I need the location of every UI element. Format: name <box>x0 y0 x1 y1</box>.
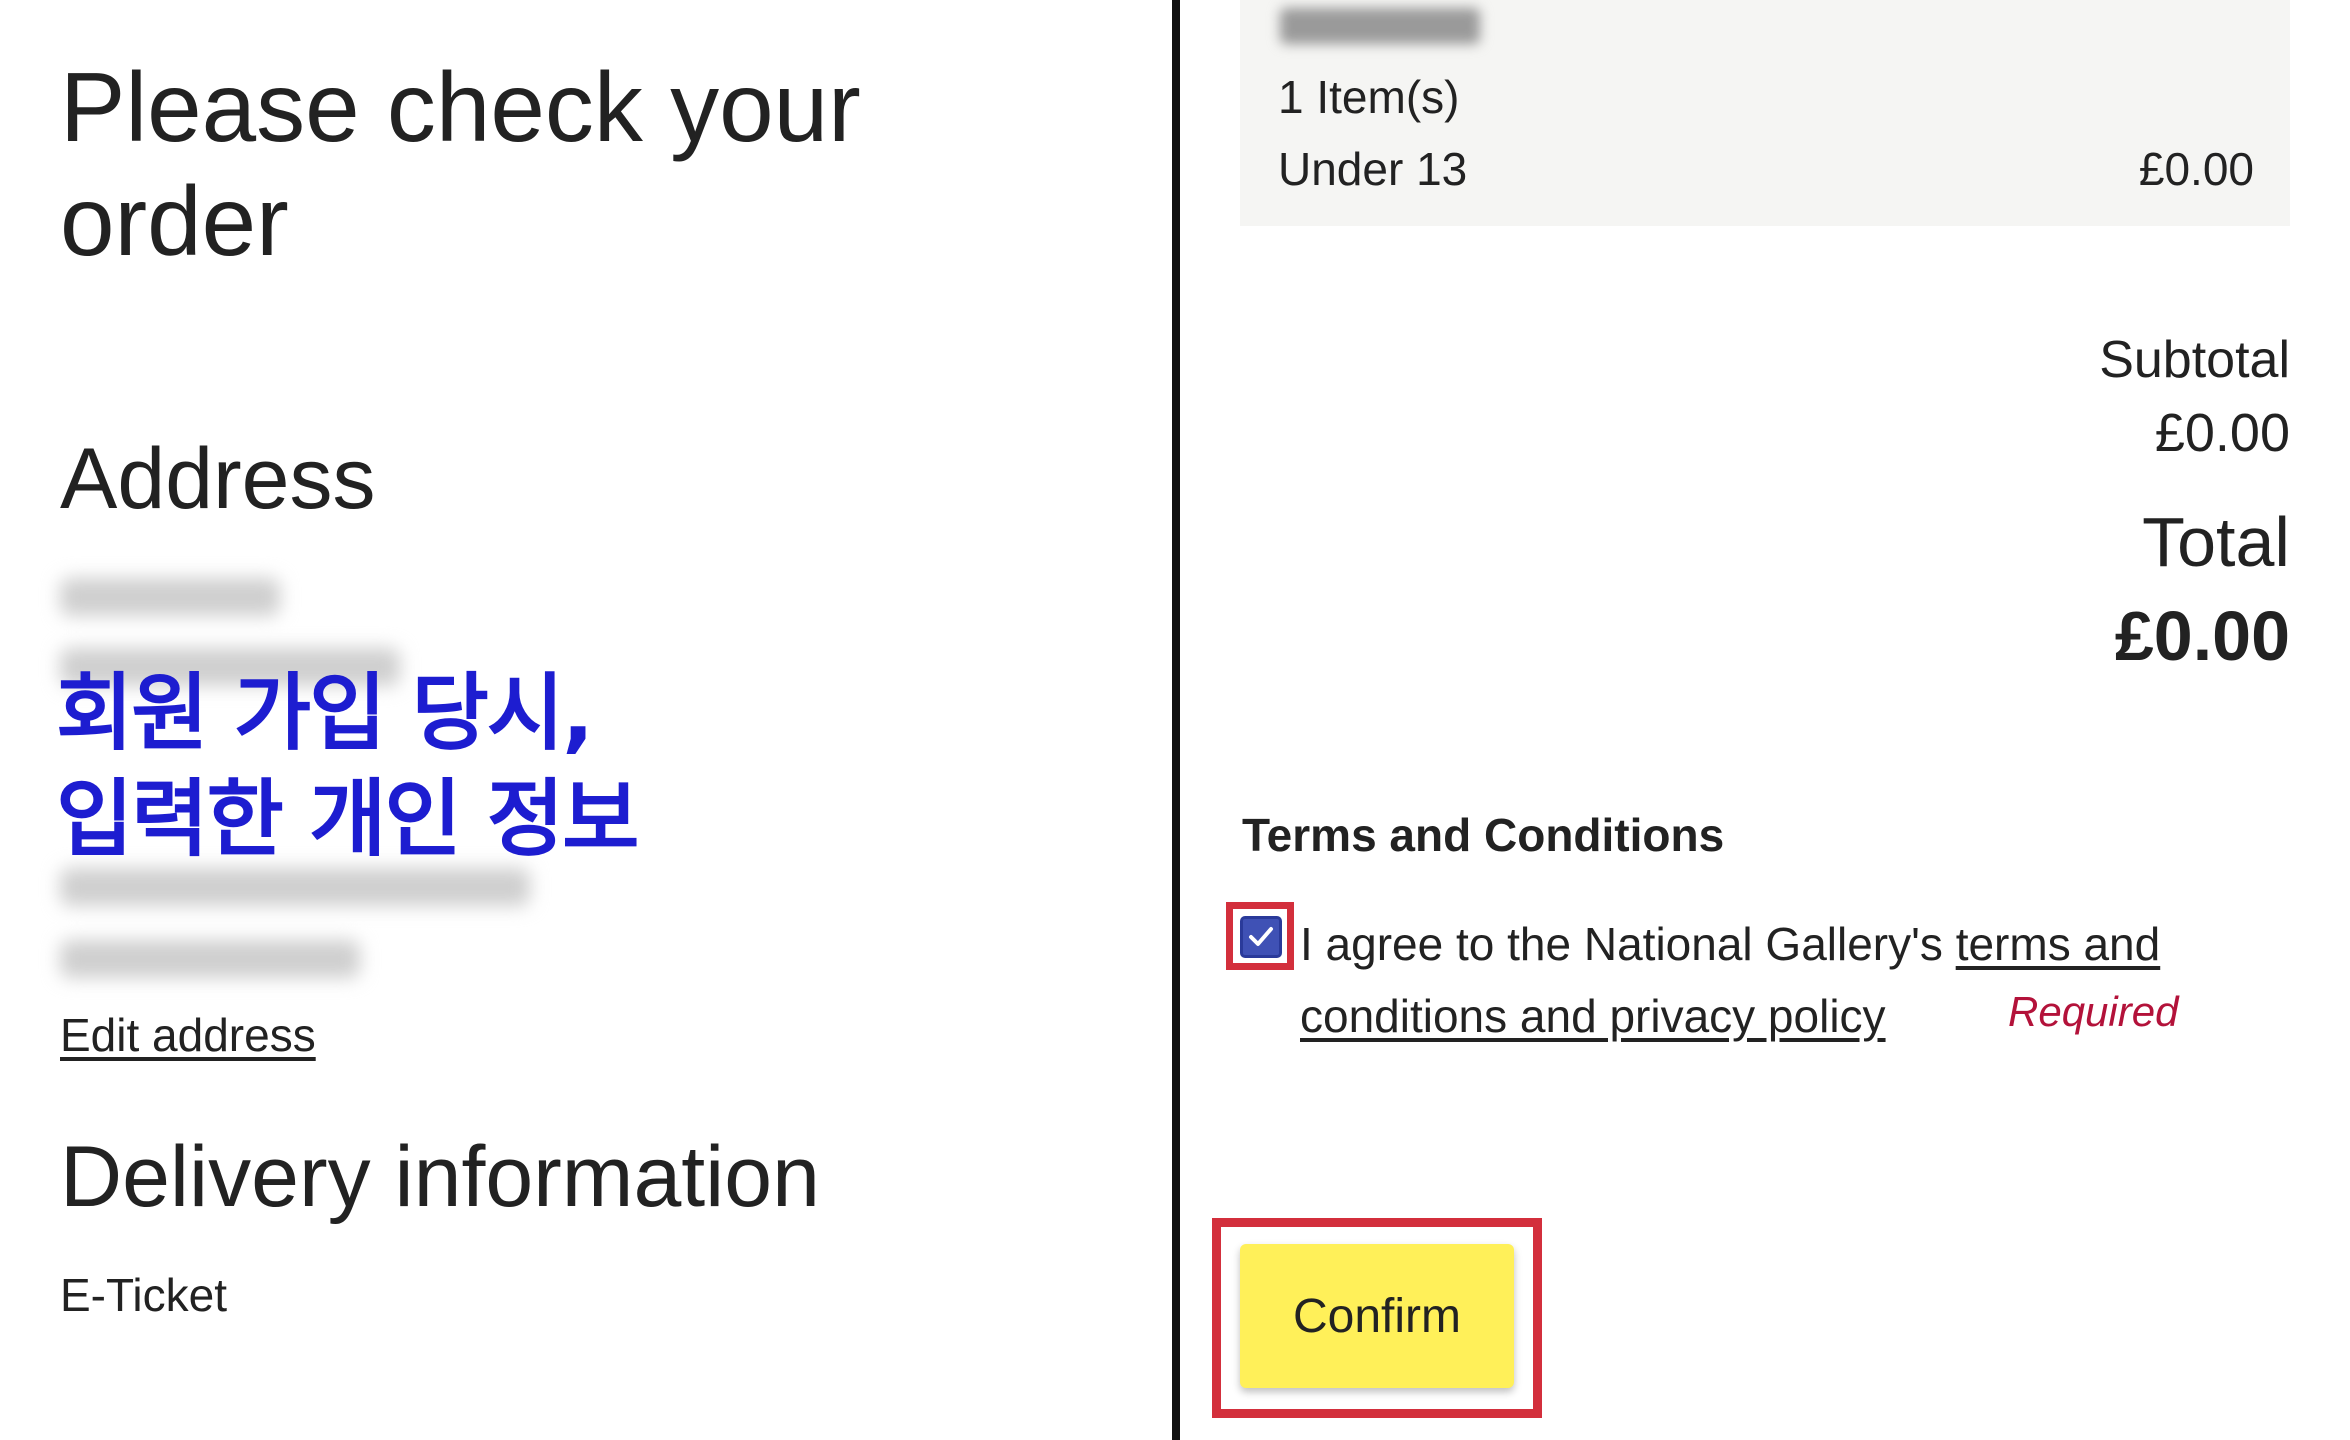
redacted-time <box>1280 8 1480 44</box>
confirm-button[interactable]: Confirm <box>1240 1244 1514 1388</box>
annotation-line-2: 입력한 개인 정보 <box>56 770 639 868</box>
order-item-card: 1 Item(s) Under 13 £0.00 <box>1240 0 2290 226</box>
address-heading: Address <box>60 431 376 527</box>
redacted-email <box>60 868 530 906</box>
order-summary-panel: 1 Item(s) Under 13 £0.00 Subtotal £0.00 … <box>1180 0 2350 1440</box>
redacted-name <box>60 578 280 616</box>
terms-checkbox[interactable] <box>1240 916 1282 958</box>
delivery-info-heading: Delivery information <box>60 1129 820 1225</box>
total-label: Total <box>2142 503 2290 581</box>
panel-divider <box>1172 0 1180 1440</box>
total-value: £0.00 <box>2114 597 2290 675</box>
ticket-type: Under 13 <box>1278 143 1468 195</box>
subtotal-value: £0.00 <box>2154 403 2290 463</box>
page-title: Please check your order <box>60 52 861 276</box>
subtotal-label: Subtotal <box>2099 331 2290 389</box>
korean-annotation: 회원 가입 당시, 입력한 개인 정보 <box>56 660 639 872</box>
redacted-phone <box>60 940 360 978</box>
order-review-page: Please check your order Address 회원 가입 당시… <box>0 0 2350 1440</box>
terms-agree-prefix: I agree to the National Gallery's <box>1300 918 1956 970</box>
order-details-panel: Please check your order Address 회원 가입 당시… <box>0 0 1172 1440</box>
required-label: Required <box>2008 988 2179 1035</box>
annotation-line-1: 회원 가입 당시, <box>56 664 594 762</box>
ticket-price: £0.00 <box>2138 143 2254 195</box>
terms-heading: Terms and Conditions <box>1242 809 1725 861</box>
delivery-method: E-Ticket <box>60 1269 227 1321</box>
edit-address-link[interactable]: Edit address <box>60 1008 316 1062</box>
checkmark-icon <box>1249 927 1273 946</box>
items-count: 1 Item(s) <box>1278 71 1460 123</box>
